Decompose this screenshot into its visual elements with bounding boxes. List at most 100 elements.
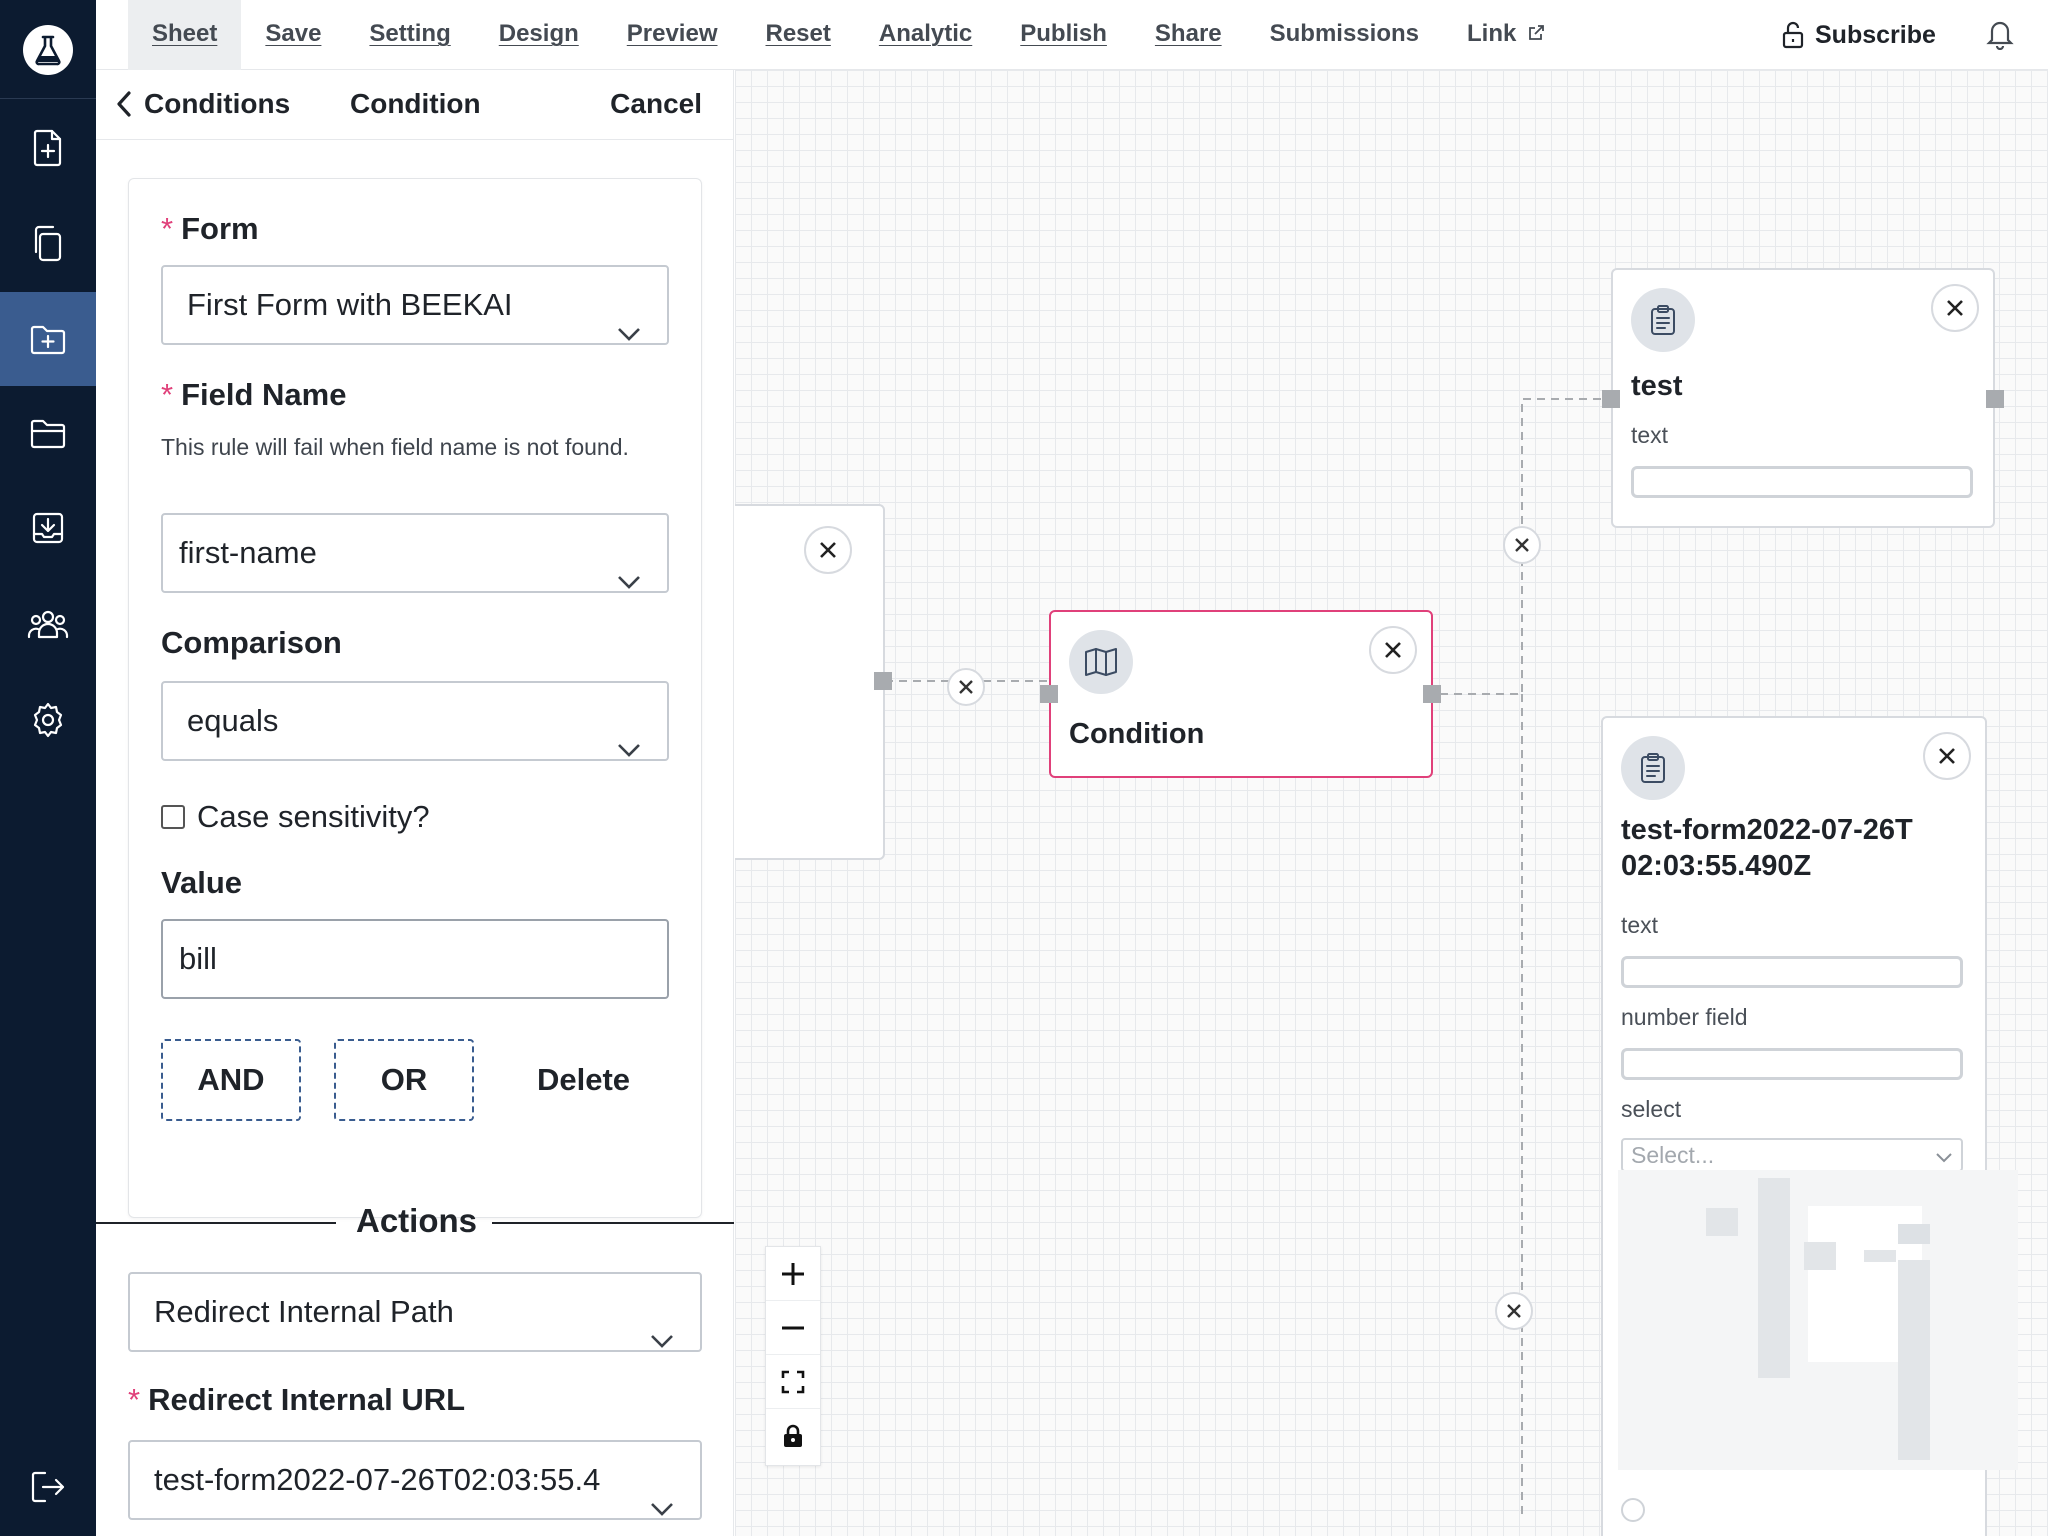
field-name-select[interactable]: first-name	[161, 513, 669, 593]
subscribe-button[interactable]: Subscribe	[1781, 0, 1936, 70]
clipboard-icon	[1631, 288, 1695, 352]
menu-link[interactable]: Link	[1443, 0, 1569, 70]
menu-save[interactable]: Save	[241, 0, 345, 70]
source-node[interactable]	[735, 504, 885, 860]
close-icon[interactable]	[1369, 626, 1417, 674]
field-name-label: * Field Name	[161, 377, 347, 412]
inbox-download-icon[interactable]	[0, 481, 96, 575]
value-input[interactable]: bill	[161, 919, 669, 999]
menu-sheet[interactable]: Sheet	[128, 0, 242, 70]
close-icon[interactable]	[804, 526, 852, 574]
form-node-select: Select...	[1621, 1138, 1963, 1172]
field-name-help: This rule will fail when field name is n…	[161, 434, 629, 460]
chevron-down-icon	[644, 1468, 674, 1518]
form-node-field-label: text	[1621, 912, 1659, 938]
top-menu-bar: Sheet Save Setting Design Preview Reset …	[96, 0, 2048, 70]
flow-canvas[interactable]: Condition test text test-form2022-07-26T…	[735, 70, 2048, 1536]
case-sensitivity-label: Case sensitivity?	[197, 799, 430, 834]
comparison-select[interactable]: equals	[161, 681, 669, 761]
main-menu: Sheet Save Setting Design Preview Reset …	[128, 0, 1569, 70]
condition-node-title: Condition	[1069, 718, 1205, 750]
actions-heading: Actions	[356, 1202, 478, 1239]
menu-submissions[interactable]: Submissions	[1246, 0, 1443, 70]
left-rail	[0, 0, 96, 1536]
checkbox-box[interactable]	[161, 805, 185, 829]
case-sensitivity-checkbox[interactable]: Case sensitivity?	[161, 799, 430, 835]
test-node-field-label: text	[1631, 422, 1669, 448]
menu-analytic[interactable]: Analytic	[855, 0, 996, 70]
external-link-icon	[1527, 1, 1545, 69]
and-button[interactable]: AND	[161, 1039, 301, 1121]
add-folder-icon[interactable]	[0, 292, 96, 386]
back-to-conditions-button[interactable]: Conditions	[116, 88, 290, 120]
users-icon[interactable]	[0, 577, 96, 671]
subscribe-label: Subscribe	[1815, 20, 1936, 49]
form-select-value: First Form with BEEKAI	[187, 287, 513, 322]
open-folder-icon[interactable]	[0, 386, 96, 480]
chevron-down-icon	[617, 541, 641, 591]
redirect-url-select[interactable]: test-form2022-07-26T02:03:55.4	[128, 1440, 702, 1520]
form-node-title: test-form2022-07-26T02:03:55.490Z	[1621, 814, 1913, 882]
action-type-value: Redirect Internal Path	[154, 1294, 454, 1329]
condition-rule-card: * Form First Form with BEEKAI * Field Name…	[128, 178, 702, 1218]
panel-header: Conditions Condition Cancel	[96, 70, 734, 140]
panel-title: Condition	[350, 88, 481, 119]
test-node-output-port[interactable]	[1986, 390, 2004, 408]
test-node-text-field	[1631, 466, 1973, 498]
fit-view-button[interactable]	[766, 1355, 820, 1409]
chevron-down-icon	[650, 1300, 674, 1350]
menu-publish[interactable]: Publish	[996, 0, 1131, 70]
form-label: * Form	[161, 211, 259, 246]
condition-output-port[interactable]	[1423, 685, 1441, 703]
map-icon	[1069, 630, 1133, 694]
lock-button[interactable]	[766, 1409, 820, 1463]
chevron-down-icon	[617, 293, 641, 343]
edge-remove-button[interactable]	[947, 668, 985, 706]
condition-node[interactable]: Condition	[1049, 610, 1433, 778]
new-form-icon[interactable]	[0, 101, 96, 195]
redirect-url-label: * Redirect Internal URL	[128, 1382, 466, 1417]
copy-icon[interactable]	[0, 196, 96, 290]
zoom-controls	[765, 1246, 821, 1466]
form-node-number-field	[1621, 1048, 1963, 1080]
condition-panel: Conditions Condition Cancel * Form First …	[96, 70, 734, 1536]
menu-setting[interactable]: Setting	[345, 0, 474, 70]
menu-reset[interactable]: Reset	[742, 0, 855, 70]
form-node-field-label: select	[1621, 1096, 1682, 1122]
form-select[interactable]: First Form with BEEKAI	[161, 265, 669, 345]
close-icon[interactable]	[1923, 732, 1971, 780]
gear-icon[interactable]	[0, 673, 96, 767]
minimap[interactable]	[1618, 1170, 2018, 1470]
bell-icon[interactable]	[1986, 18, 2014, 55]
test-node-title: test	[1631, 370, 1683, 402]
menu-preview[interactable]: Preview	[603, 0, 742, 70]
zoom-in-button[interactable]	[766, 1247, 820, 1301]
logout-icon[interactable]	[0, 1440, 96, 1534]
edge-remove-button[interactable]	[1495, 1292, 1533, 1330]
action-type-select[interactable]: Redirect Internal Path	[128, 1272, 702, 1352]
cancel-button[interactable]: Cancel	[610, 88, 702, 120]
form-node-text-field	[1621, 956, 1963, 988]
edge-remove-button[interactable]	[1503, 526, 1541, 564]
menu-share[interactable]: Share	[1131, 0, 1246, 70]
zoom-out-button[interactable]	[766, 1301, 820, 1355]
app-logo-icon[interactable]	[23, 25, 73, 75]
chevron-down-icon	[617, 709, 641, 759]
chevron-down-icon	[1935, 1141, 1953, 1171]
condition-input-port[interactable]	[1040, 685, 1058, 703]
back-label: Conditions	[144, 88, 291, 119]
source-output-port[interactable]	[874, 672, 892, 690]
radio-icon	[1621, 1498, 1645, 1522]
or-button[interactable]: OR	[334, 1039, 474, 1121]
delete-button[interactable]: Delete	[537, 1039, 630, 1121]
field-name-select-value: first-name	[179, 535, 317, 570]
menu-design[interactable]: Design	[475, 0, 603, 70]
test-node-input-port[interactable]	[1602, 390, 1620, 408]
comparison-label: Comparison	[161, 625, 342, 660]
rail-divider	[0, 98, 96, 99]
close-icon[interactable]	[1931, 284, 1979, 332]
comparison-select-value: equals	[187, 703, 279, 738]
redirect-url-value: test-form2022-07-26T02:03:55.4	[154, 1462, 601, 1497]
unlock-icon	[1782, 21, 1804, 49]
test-form-node[interactable]: test text	[1611, 268, 1995, 528]
